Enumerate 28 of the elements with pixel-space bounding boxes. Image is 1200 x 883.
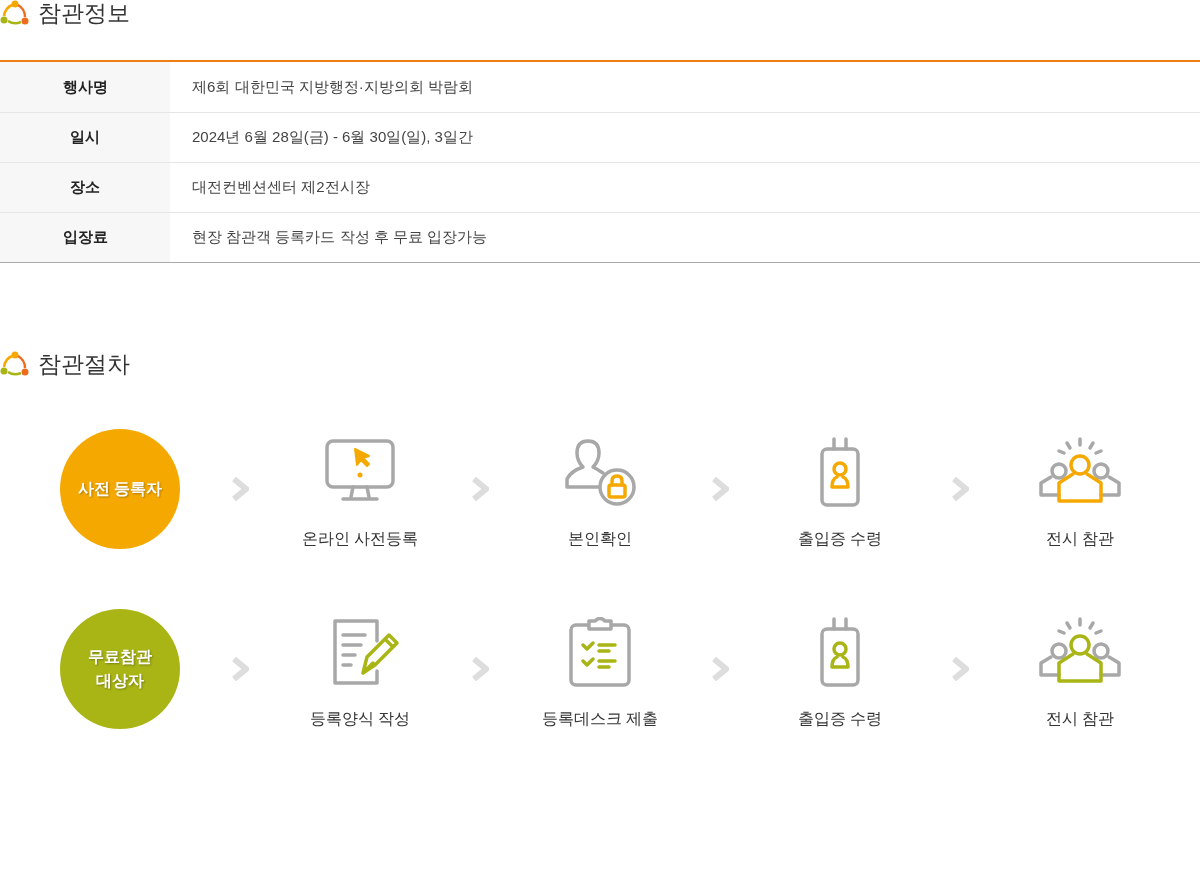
- table-cell-text: 현장 참관객 등록카드 작성 후 무료 입장가능: [191, 227, 488, 248]
- chevron-right-icon: [231, 477, 249, 501]
- chevron-right-icon: [471, 657, 489, 681]
- step-label: 등록양식 작성: [309, 709, 411, 729]
- chevron-right-icon: [471, 477, 489, 501]
- section-title-icon: [0, 351, 30, 377]
- table-cell-text: 2024년 6월 28일(금) - 6월 30일(일), 3일간: [191, 127, 474, 148]
- step-label: 전시 참관: [1045, 529, 1115, 549]
- chevron-right-icon: [951, 657, 969, 681]
- table-cell-text: 대전컨벤션센터 제2전시장: [191, 177, 371, 198]
- section-title-icon: [0, 0, 30, 26]
- table-header-cell: 입장료: [0, 213, 170, 262]
- section-title: 참관절차: [38, 349, 130, 379]
- step-label: 전시 참관: [1045, 709, 1115, 729]
- step-label: 본인확인: [568, 529, 632, 549]
- table-cell-text: 제6회 대한민국 지방행정·지방의회 박람회: [191, 76, 474, 97]
- step-label: 출입증 수령: [797, 709, 883, 729]
- chevron-right-icon: [231, 657, 249, 681]
- table-header-cell: 행사명: [0, 62, 170, 112]
- chevron-right-icon: [711, 657, 729, 681]
- section-title: 참관정보: [38, 0, 130, 28]
- step-label: 온라인 사전등록: [301, 529, 419, 549]
- step-label: 출입증 수령: [797, 529, 883, 549]
- table-header-cell: 장소: [0, 163, 170, 212]
- step-label: 등록데스크 제출: [541, 709, 659, 729]
- chevron-right-icon: [711, 477, 729, 501]
- table-header-cell: 일시: [0, 113, 170, 162]
- chevron-right-icon: [951, 477, 969, 501]
